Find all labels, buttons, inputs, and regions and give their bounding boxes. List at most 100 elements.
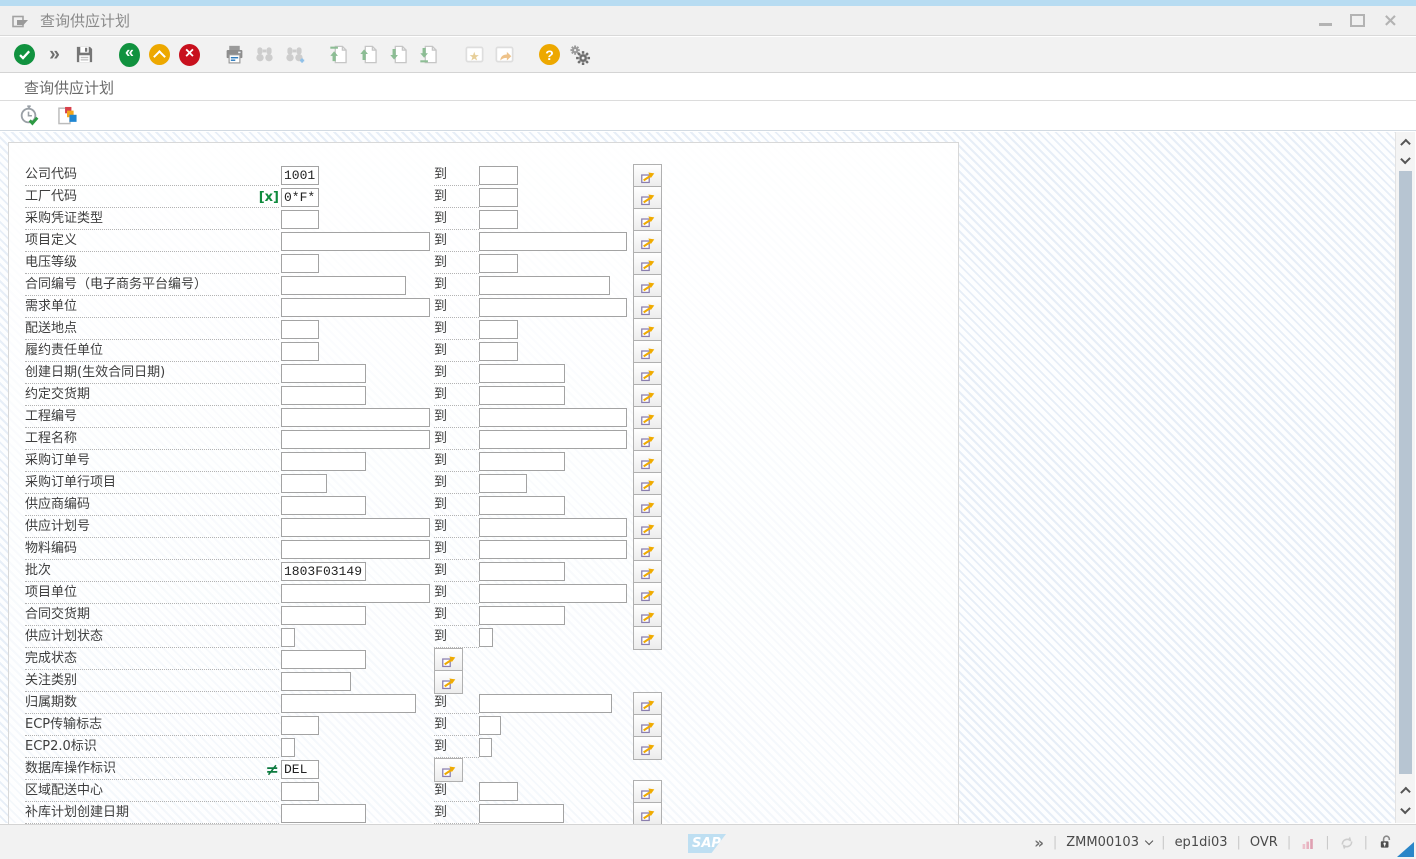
last-page-icon[interactable] [417, 42, 442, 68]
field-input-to[interactable] [479, 496, 565, 515]
performance-icon[interactable] [1300, 835, 1316, 851]
field-input-from[interactable] [281, 364, 366, 383]
field-input-to[interactable] [479, 408, 627, 427]
multi-select-button[interactable] [633, 604, 662, 628]
multi-select-button[interactable] [434, 670, 463, 694]
field-input-to[interactable] [479, 804, 564, 823]
first-page-icon[interactable] [327, 42, 352, 68]
multi-select-button[interactable] [434, 648, 463, 672]
field-input-to[interactable] [479, 782, 518, 801]
vertical-scrollbar[interactable] [1395, 132, 1415, 823]
field-input-from[interactable] [281, 496, 366, 515]
enter-icon[interactable] [12, 42, 37, 68]
field-input-from[interactable] [281, 518, 430, 537]
field-input-to[interactable] [479, 298, 627, 317]
field-input-from[interactable] [281, 804, 366, 823]
field-input-to[interactable] [479, 232, 627, 251]
field-input-from[interactable] [281, 694, 416, 713]
lock-icon[interactable] [1377, 834, 1394, 851]
field-input-from[interactable] [281, 408, 430, 427]
multi-select-button[interactable] [633, 516, 662, 540]
execute-icon[interactable] [16, 103, 41, 129]
field-input-to[interactable] [479, 320, 518, 339]
field-input-to[interactable] [479, 210, 518, 229]
multi-select-button[interactable] [633, 692, 662, 716]
field-input-from[interactable] [281, 628, 295, 647]
multi-select-button[interactable] [633, 450, 662, 474]
multi-select-button[interactable] [633, 736, 662, 760]
multi-select-button[interactable] [633, 472, 662, 496]
field-input-from[interactable] [281, 452, 366, 471]
field-input-to[interactable] [479, 606, 565, 625]
field-input-to[interactable] [479, 628, 493, 647]
multi-select-button[interactable] [633, 494, 662, 518]
multi-select-button[interactable] [633, 340, 662, 364]
field-input-from[interactable] [281, 760, 319, 779]
field-input-from[interactable] [281, 562, 366, 581]
field-input-from[interactable] [281, 650, 366, 669]
field-input-to[interactable] [479, 342, 518, 361]
field-input-to[interactable] [479, 474, 527, 493]
field-input-to[interactable] [479, 518, 627, 537]
multi-select-button[interactable] [633, 714, 662, 738]
multi-select-button[interactable] [633, 802, 662, 825]
field-input-to[interactable] [479, 166, 518, 185]
field-input-to[interactable] [479, 188, 518, 207]
multi-select-button[interactable] [633, 384, 662, 408]
multi-select-button[interactable] [633, 626, 662, 650]
transaction-code[interactable]: ZMM00103 [1066, 835, 1152, 850]
status-more-icon[interactable]: » [1034, 834, 1044, 852]
field-input-to[interactable] [479, 254, 518, 273]
multi-select-button[interactable] [633, 406, 662, 430]
next-page-icon[interactable] [387, 42, 412, 68]
close-button[interactable]: × [1383, 15, 1398, 27]
save-icon[interactable] [72, 42, 97, 68]
multi-select-button[interactable] [633, 274, 662, 298]
field-input-to[interactable] [479, 738, 492, 757]
field-input-to[interactable] [479, 364, 565, 383]
scroll-down-icon[interactable] [1396, 801, 1415, 819]
scrollbar-thumb[interactable] [1399, 171, 1412, 774]
field-input-to[interactable] [479, 540, 627, 559]
field-input-from[interactable] [281, 782, 319, 801]
field-input-to[interactable] [479, 276, 610, 295]
cancel-icon[interactable]: × [177, 42, 202, 68]
insert-mode-indicator[interactable]: OVR [1250, 835, 1278, 850]
scroll-down-icon[interactable] [1396, 151, 1415, 169]
field-input-from[interactable] [281, 320, 319, 339]
multi-select-button[interactable] [633, 560, 662, 584]
field-input-from[interactable] [281, 540, 430, 559]
field-input-to[interactable] [479, 452, 565, 471]
field-input-to[interactable] [479, 562, 565, 581]
more-icon[interactable]: » [42, 42, 67, 68]
field-input-from[interactable] [281, 474, 327, 493]
field-input-from[interactable] [281, 430, 430, 449]
scroll-up-icon[interactable] [1396, 133, 1415, 151]
help-icon[interactable]: ? [537, 42, 562, 68]
window-menu-icon[interactable] [12, 14, 30, 28]
field-input-to[interactable] [479, 694, 612, 713]
field-input-from[interactable] [281, 298, 430, 317]
multi-select-button[interactable] [633, 230, 662, 254]
field-input-to[interactable] [479, 386, 565, 405]
get-variant-icon[interactable] [55, 103, 80, 129]
field-input-from[interactable] [281, 254, 319, 273]
minimize-button[interactable] [1319, 20, 1332, 26]
multi-select-button[interactable] [633, 428, 662, 452]
field-input-from[interactable] [281, 232, 430, 251]
field-input-to[interactable] [479, 584, 627, 603]
customize-icon[interactable] [567, 42, 592, 68]
field-input-from[interactable] [281, 584, 430, 603]
resize-grip[interactable] [1397, 842, 1414, 857]
field-input-from[interactable] [281, 210, 319, 229]
previous-page-icon[interactable] [357, 42, 382, 68]
field-input-to[interactable] [479, 430, 627, 449]
field-input-from[interactable] [281, 606, 366, 625]
multi-select-button[interactable] [434, 758, 463, 782]
field-input-from[interactable] [281, 188, 319, 207]
multi-select-button[interactable] [633, 252, 662, 276]
scroll-up-icon[interactable] [1396, 781, 1415, 799]
exit-icon[interactable] [147, 42, 172, 68]
multi-select-button[interactable] [633, 164, 662, 188]
multi-select-button[interactable] [633, 582, 662, 606]
